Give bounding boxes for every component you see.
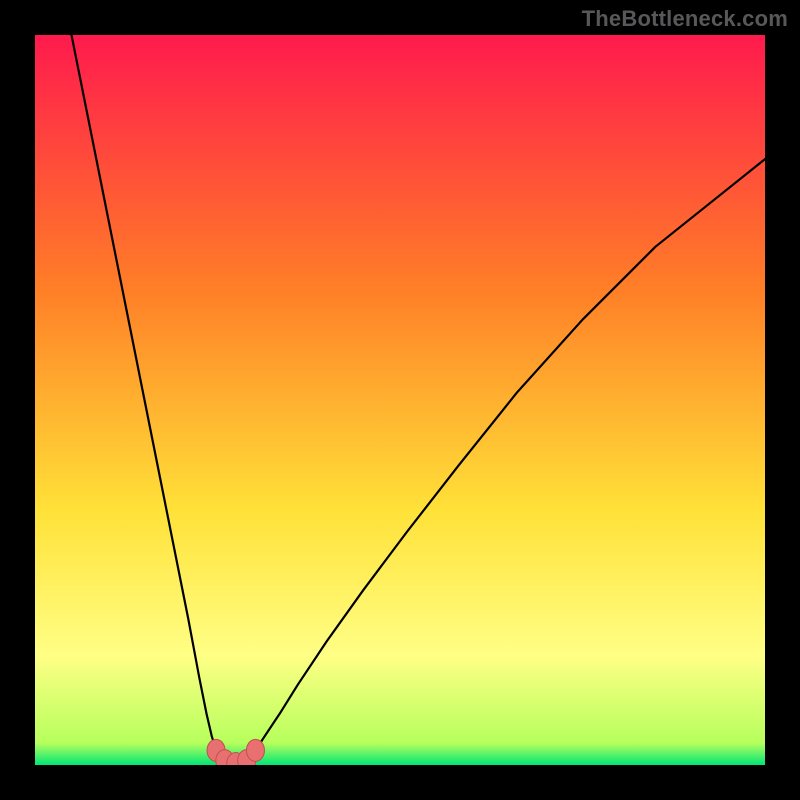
plot-area bbox=[35, 35, 765, 765]
bottleneck-point bbox=[246, 739, 264, 761]
chart-svg bbox=[35, 35, 765, 765]
chart-frame: TheBottleneck.com bbox=[0, 0, 800, 800]
watermark-text: TheBottleneck.com bbox=[582, 6, 788, 32]
